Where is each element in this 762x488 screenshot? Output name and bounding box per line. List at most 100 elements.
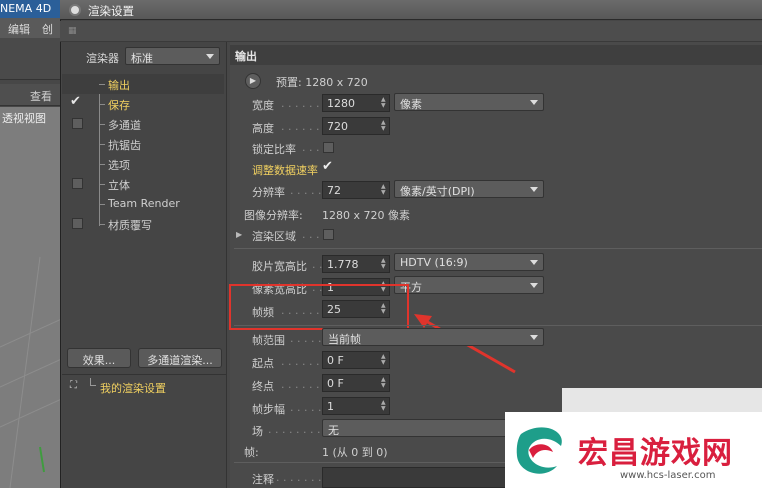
viewport[interactable] xyxy=(0,107,66,488)
adjust-rate-label: 调整数据速率 xyxy=(252,164,318,177)
tree-item-save[interactable] xyxy=(62,94,224,114)
effects-button[interactable]: 效果... xyxy=(67,348,131,368)
tree-branch xyxy=(99,84,105,85)
tree-branch xyxy=(99,184,105,185)
film-aspect-value: 1.778 xyxy=(327,258,359,271)
material-override-checkbox[interactable] xyxy=(72,218,83,229)
unit-value: 像素 xyxy=(400,98,422,111)
frame-range-label: 帧范围 xyxy=(252,334,285,347)
width-unit-select[interactable]: 像素 xyxy=(394,93,544,111)
c4d-logo-icon xyxy=(69,4,81,16)
tree-item-output[interactable] xyxy=(62,74,224,94)
play-icon[interactable]: ▶ xyxy=(245,73,261,89)
notes-label: 注释 xyxy=(252,473,274,486)
app-titlebar: NEMA 4D xyxy=(0,0,66,18)
menu-create[interactable]: 创 xyxy=(34,18,57,37)
chevron-down-icon xyxy=(530,283,538,288)
app-toolbar xyxy=(0,38,66,80)
step-label: 帧步幅 xyxy=(252,403,285,416)
tree-label-team-render: Team Render xyxy=(108,197,180,210)
spinner-icon[interactable]: ▲ ▼ xyxy=(381,258,387,270)
spinner-icon[interactable]: ▲ ▼ xyxy=(381,184,387,196)
frame-range-value: 当前帧 xyxy=(328,333,361,346)
start-input[interactable]: 0 F ▲ ▼ xyxy=(322,351,390,369)
preset-label: 预置: 1280 x 720 xyxy=(276,76,368,89)
width-label: 宽度 xyxy=(252,99,274,112)
watermark-background xyxy=(562,388,762,414)
resolution-unit-value: 像素/英寸(DPI) xyxy=(400,185,475,198)
dot-leader: . . xyxy=(312,258,323,271)
view-tab[interactable]: 查看 xyxy=(30,88,52,104)
step-value: 1 xyxy=(327,400,334,413)
dialog-toolbar: ▦ xyxy=(60,21,762,42)
film-aspect-label: 胶片宽高比 xyxy=(252,260,307,273)
chevron-down-icon xyxy=(530,187,538,192)
frame-range-select[interactable]: 当前帧 xyxy=(322,328,544,346)
chevron-down-icon xyxy=(530,100,538,105)
step-input[interactable]: 1 ▲ ▼ xyxy=(322,397,390,415)
resolution-unit-select[interactable]: 像素/英寸(DPI) xyxy=(394,180,544,198)
tree-branch xyxy=(99,164,105,165)
watermark-logo-icon xyxy=(516,427,562,474)
film-aspect-select[interactable]: HDTV (16:9) xyxy=(394,253,544,271)
spinner-icon[interactable]: ▲ ▼ xyxy=(381,97,387,109)
frames-label: 帧: xyxy=(244,446,259,459)
dot-leader: . . . . . . . xyxy=(281,355,327,368)
app-menubar: 编辑创 xyxy=(0,18,66,38)
renderer-label: 渲染器 xyxy=(86,52,119,65)
image-resolution-value: 1280 x 720 像素 xyxy=(322,209,410,222)
expand-arrow-icon[interactable]: ▶ xyxy=(236,230,242,239)
start-label: 起点 xyxy=(252,357,274,370)
tree-branch xyxy=(99,144,105,145)
tree-item-stereo[interactable] xyxy=(62,174,224,194)
film-aspect-preset: HDTV (16:9) xyxy=(400,256,468,269)
width-input[interactable]: 1280 ▲ ▼ xyxy=(322,94,390,112)
dot-leader: . . . . . . . xyxy=(281,120,327,133)
notes-input[interactable] xyxy=(322,467,512,488)
film-aspect-input[interactable]: 1.778 ▲ ▼ xyxy=(322,255,390,273)
render-region-checkbox[interactable] xyxy=(323,229,334,240)
pixel-aspect-select[interactable]: 平方 xyxy=(394,276,544,294)
tree-label-options: 选项 xyxy=(108,159,130,172)
renderer-select[interactable]: 标准 xyxy=(125,47,220,65)
dot-leader: . . . . . . . xyxy=(276,471,322,484)
menu-edit[interactable]: 编辑 xyxy=(0,18,34,37)
chevron-down-icon xyxy=(206,54,214,59)
tree-label-material-override: 材质覆写 xyxy=(108,219,152,232)
stereo-checkbox[interactable] xyxy=(72,178,83,189)
chevron-down-icon xyxy=(530,260,538,265)
divider xyxy=(234,248,762,249)
lock-ratio-label: 锁定比率 xyxy=(252,143,296,156)
tree-item-multipass[interactable] xyxy=(62,114,224,134)
multipass-render-button[interactable]: 多通道渲染... xyxy=(138,348,222,368)
spinner-icon[interactable]: ▲ ▼ xyxy=(381,120,387,132)
my-render-settings[interactable]: 我的渲染设置 xyxy=(100,380,166,396)
resolution-value: 72 xyxy=(327,184,341,197)
adjust-rate-checkmark-icon[interactable]: ✔ xyxy=(322,159,333,174)
multipass-checkbox[interactable] xyxy=(72,118,83,129)
checkmark-icon[interactable]: ✔ xyxy=(70,94,81,109)
spinner-icon[interactable]: ▲ ▼ xyxy=(381,400,387,412)
tree-label-save: 保存 xyxy=(108,99,130,112)
spinner-icon[interactable]: ▲ ▼ xyxy=(381,377,387,389)
spinner-icon[interactable]: ▲ ▼ xyxy=(381,354,387,366)
resolution-label: 分辨率 xyxy=(252,186,285,199)
tree-item-antialiasing[interactable] xyxy=(62,134,224,154)
height-value: 720 xyxy=(327,120,348,133)
viewport-tabbar: 查看 xyxy=(0,84,66,106)
tree-item-options[interactable] xyxy=(62,154,224,174)
field-label: 场 xyxy=(252,425,263,438)
tree-label-multipass: 多通道 xyxy=(108,119,141,132)
resolution-input[interactable]: 72 ▲ ▼ xyxy=(322,181,390,199)
grip-icon: ▦ xyxy=(68,26,77,36)
dialog-titlebar[interactable] xyxy=(60,0,762,20)
end-label: 终点 xyxy=(252,380,274,393)
section-title: 输出 xyxy=(230,45,762,65)
tree-branch xyxy=(90,378,96,386)
lock-ratio-checkbox[interactable] xyxy=(323,142,334,153)
image-resolution-label: 图像分辨率: xyxy=(244,209,303,222)
end-input[interactable]: 0 F ▲ ▼ xyxy=(322,374,390,392)
height-input[interactable]: 720 ▲ ▼ xyxy=(322,117,390,135)
frames-value: 1 (从 0 到 0) xyxy=(322,446,388,459)
renderer-value: 标准 xyxy=(131,52,153,65)
